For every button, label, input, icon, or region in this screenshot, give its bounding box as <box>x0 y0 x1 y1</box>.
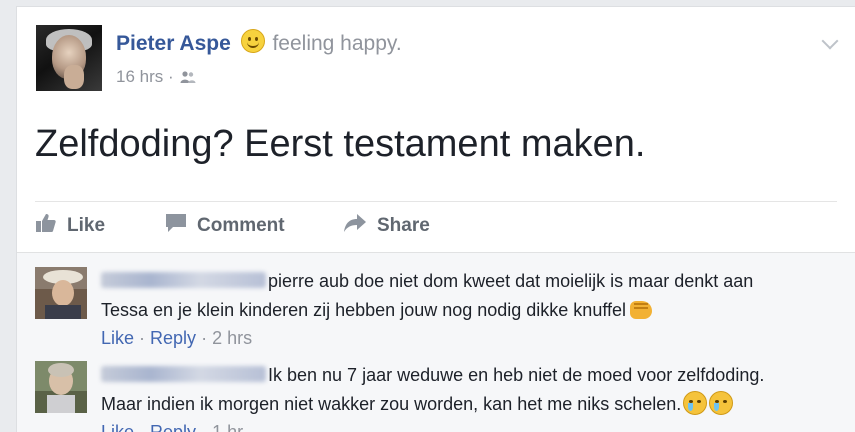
author-avatar[interactable] <box>36 25 102 91</box>
comment-meta: Like · Reply · 2 hrs <box>101 325 841 351</box>
commenter-name[interactable] <box>101 366 266 382</box>
comment-text-line: pierre aub doe niet dom kweet dat moieli… <box>101 267 841 296</box>
post-card: Pieter Aspe feeling happy. 16 hrs · Zelf… <box>16 6 855 432</box>
comment-button[interactable]: Comment <box>165 213 285 239</box>
comment-time[interactable]: 2 hrs <box>212 328 252 348</box>
comment-body: Ik ben nu 7 jaar weduwe en heb niet de m… <box>101 361 841 432</box>
comment-text: Ik ben nu 7 jaar weduwe en heb niet de m… <box>268 365 765 385</box>
fist-bump-emoji <box>630 301 653 319</box>
comment-text-line: Tessa en je klein kinderen zij hebben jo… <box>101 296 841 325</box>
post-text: Zelfdoding? Eerst testament maken. <box>35 123 646 165</box>
meta-dot: · <box>196 328 213 348</box>
share-arrow-icon <box>343 213 377 239</box>
commenter-avatar[interactable] <box>35 361 87 413</box>
author-line: Pieter Aspe feeling happy. <box>116 29 402 56</box>
crying-face-emoji <box>683 391 708 415</box>
comment-text-line: Maar indien ik morgen niet wakker zou wo… <box>101 390 841 419</box>
comment-reply-link[interactable]: Reply <box>150 328 196 348</box>
commenter-avatar[interactable] <box>35 267 87 319</box>
author-name[interactable]: Pieter Aspe <box>116 32 231 55</box>
meta-separator: · <box>167 67 174 86</box>
commenter-name[interactable] <box>101 272 266 288</box>
like-label: Like <box>67 215 106 236</box>
smiley-icon <box>240 29 265 53</box>
post-meta: 16 hrs · <box>116 67 196 89</box>
divider <box>35 201 837 202</box>
comment-text: pierre aub doe niet dom kweet dat moieli… <box>268 271 754 291</box>
comment-text-line: Ik ben nu 7 jaar weduwe en heb niet de m… <box>101 361 841 390</box>
comment-text: Tessa en je klein kinderen zij hebben jo… <box>101 300 627 320</box>
comment-text: Maar indien ik morgen niet wakker zou wo… <box>101 394 682 414</box>
share-button[interactable]: Share <box>343 213 430 239</box>
feeling-text: feeling happy. <box>272 32 402 55</box>
meta-dot: · <box>134 328 151 348</box>
comment-meta: Like · Reply · 1 hr <box>101 419 841 432</box>
chevron-down-icon[interactable] <box>821 32 839 50</box>
thumbs-up-icon <box>35 213 67 239</box>
comment-like-link[interactable]: Like <box>101 328 134 348</box>
post-timestamp[interactable]: 16 hrs <box>116 67 163 86</box>
friends-icon[interactable] <box>180 69 196 89</box>
comment-label: Comment <box>197 215 285 236</box>
crying-face-emoji <box>709 391 734 415</box>
share-label: Share <box>377 215 430 236</box>
comment-body: pierre aub doe niet dom kweet dat moieli… <box>101 267 841 351</box>
comments-section: pierre aub doe niet dom kweet dat moieli… <box>17 252 855 432</box>
like-button[interactable]: Like <box>35 213 105 239</box>
speech-bubble-icon <box>165 213 197 239</box>
